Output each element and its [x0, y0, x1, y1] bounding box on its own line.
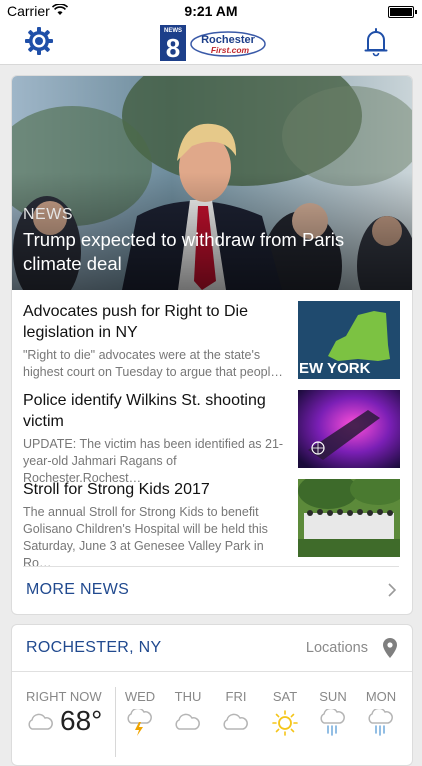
hero-text-overlay: NEWS Trump expected to withdraw from Par…: [23, 206, 400, 276]
story-summary: The annual Stroll for Strong Kids to ben…: [23, 505, 268, 570]
story-item[interactable]: Advocates push for Right to Die legislat…: [12, 292, 412, 380]
story-item[interactable]: Stroll for Strong Kids 2017 The annual S…: [12, 470, 412, 570]
weather-divider: [115, 687, 116, 757]
current-temperature: 68°: [60, 705, 103, 736]
story-headline[interactable]: Advocates push for Right to Die legislat…: [23, 301, 288, 343]
stroll-event-image: [298, 479, 400, 557]
settings-gear-icon[interactable]: [24, 26, 54, 56]
forecast-day-sun: SUN: [319, 689, 347, 704]
story-summary: "Right to die" advocates were at the sta…: [23, 348, 283, 379]
chevron-right-icon: [388, 583, 397, 597]
forecast-day-sat: SAT: [272, 689, 298, 704]
logo-number-text: 8: [166, 33, 180, 62]
story-headline[interactable]: Stroll for Strong Kids 2017: [23, 479, 288, 500]
cloudy-icon: [223, 713, 248, 730]
thunderstorm-icon: [127, 709, 152, 736]
cloudy-icon: [28, 713, 53, 730]
story-thumbnail[interactable]: [298, 479, 400, 557]
crime-scene-image: [298, 390, 400, 468]
story-item[interactable]: Police identify Wilkins St. shooting vic…: [12, 381, 412, 485]
story-headline[interactable]: Police identify Wilkins St. shooting vic…: [23, 390, 288, 432]
news8-rochesterfirst-logo: NEWS 8 Rochester First.com: [160, 25, 266, 62]
status-bar: Carrier 9:21 AM: [0, 0, 422, 22]
cloudy-icon: [175, 713, 200, 730]
forecast-day-wed: WED: [124, 689, 156, 704]
forecast-day-thu: THU: [174, 689, 202, 704]
thumb-caption: EW YORK: [299, 360, 371, 377]
new-york-map-image: EW YORK: [298, 301, 400, 379]
weather-city[interactable]: ROCHESTER, NY: [26, 639, 161, 657]
sunny-icon: [272, 710, 298, 736]
more-news-label[interactable]: MORE NEWS: [26, 581, 129, 599]
hero-category: NEWS: [23, 206, 73, 223]
battery-icon: [388, 6, 417, 18]
notifications-bell-icon[interactable]: [364, 27, 388, 57]
rain-icon: [320, 709, 345, 736]
story-thumbnail[interactable]: [298, 390, 400, 468]
current-conditions-label: RIGHT NOW: [26, 689, 102, 704]
story-thumbnail[interactable]: EW YORK: [298, 301, 400, 379]
news-card: NEWS Trump expected to withdraw from Par…: [11, 75, 413, 615]
forecast-day-mon: MON: [365, 689, 397, 704]
hero-story[interactable]: NEWS Trump expected to withdraw from Par…: [12, 76, 412, 290]
top-navigation-bar: NEWS 8 Rochester First.com: [0, 22, 422, 65]
locations-button[interactable]: Locations: [306, 640, 368, 656]
logo-sub-text: First.com: [211, 45, 250, 55]
forecast-day-fri: FRI: [225, 689, 247, 704]
weather-header: ROCHESTER, NY Locations: [12, 625, 412, 672]
hero-headline[interactable]: Trump expected to withdraw from Paris cl…: [23, 228, 400, 276]
weather-card: ROCHESTER, NY Locations RIGHT NOW 68° WE…: [11, 624, 413, 766]
clock: 9:21 AM: [184, 3, 238, 19]
more-news-link[interactable]: MORE NEWS: [23, 566, 399, 613]
rain-icon: [368, 709, 393, 736]
location-pin-icon[interactable]: [382, 637, 398, 659]
